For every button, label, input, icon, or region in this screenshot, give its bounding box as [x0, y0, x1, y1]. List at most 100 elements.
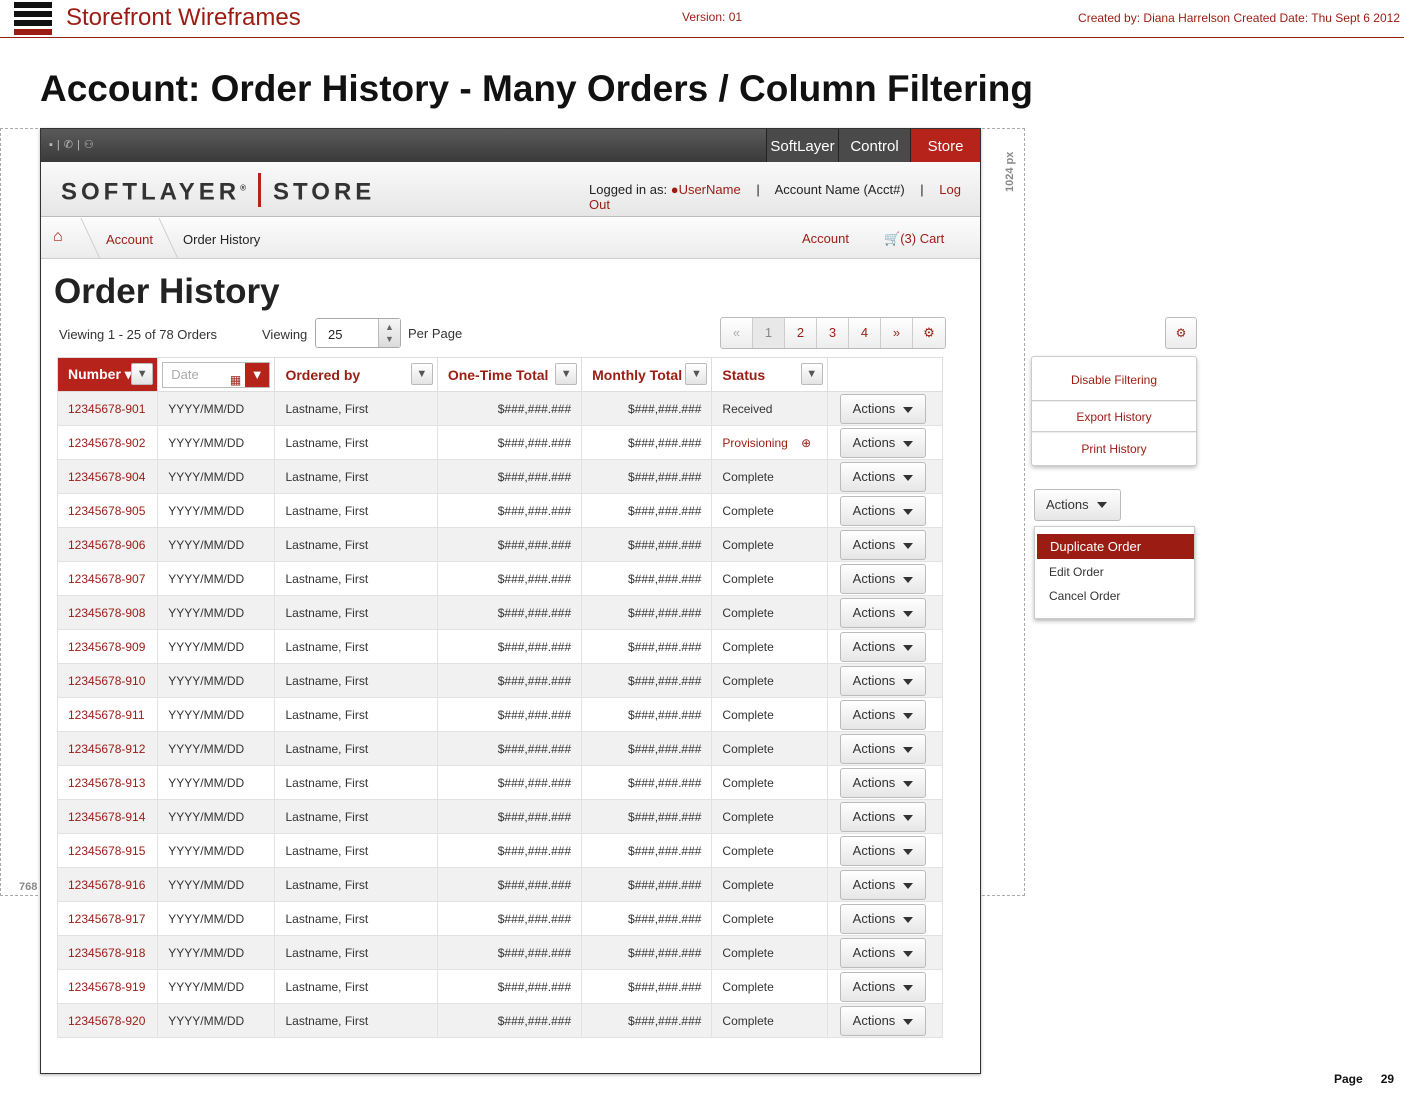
actions-button[interactable]: Actions — [839, 393, 926, 424]
actions-button[interactable]: Actions — [839, 529, 926, 560]
ordered-by-text: Lastname, First — [285, 469, 369, 484]
column-ordered-by[interactable]: Ordered by ▼ — [274, 357, 438, 392]
order-number[interactable]: 12345678-914 — [56, 799, 159, 834]
topbar-icons[interactable]: ▪|✆|⚇ — [49, 138, 98, 151]
account-name: Account Name (Acct#) — [774, 182, 905, 197]
actions-button[interactable]: Actions — [839, 801, 926, 832]
order-status[interactable]: Provisioning ⊕ — [711, 425, 828, 460]
actions-button[interactable]: Actions — [839, 971, 926, 1002]
actions-button[interactable]: Actions — [839, 937, 926, 968]
per-page-stepper[interactable]: 25 ▲ ▼ — [315, 318, 401, 348]
magnify-icon[interactable]: ⊕ — [788, 436, 811, 450]
actions-dropdown-button[interactable]: Actions — [1034, 489, 1121, 521]
order-number-text: 12345678-905 — [68, 503, 146, 518]
breadcrumb-account[interactable]: Account — [106, 232, 153, 247]
softlayer-store-logo[interactable]: SOFTLAYER® STORE — [61, 173, 375, 210]
per-page-value: 25 — [328, 327, 343, 342]
order-status-text: Complete — [722, 571, 774, 586]
actions-button[interactable]: Actions — [839, 597, 926, 628]
stepper-arrows-icon[interactable]: ▲ ▼ — [378, 319, 400, 347]
actions-button[interactable]: Actions — [839, 563, 926, 594]
order-number[interactable]: 12345678-913 — [56, 765, 159, 800]
menu-item-cancel-order[interactable]: Cancel Order — [1049, 589, 1120, 603]
column-number[interactable]: Number ▾ ▼ — [56, 357, 159, 392]
actions-button[interactable]: Actions — [839, 495, 926, 526]
column-monthly-total[interactable]: Monthly Total ▼ — [581, 357, 713, 392]
menu-item-edit-order[interactable]: Edit Order — [1049, 565, 1104, 579]
filter-icon[interactable]: ▼ — [685, 363, 708, 385]
pager-next[interactable]: » — [881, 318, 913, 348]
filter-icon[interactable]: ▼ — [800, 363, 823, 385]
order-number[interactable]: 12345678-910 — [56, 663, 159, 698]
order-number[interactable]: 12345678-906 — [56, 527, 159, 562]
order-number[interactable]: 12345678-915 — [56, 833, 159, 868]
actions-button[interactable]: Actions — [839, 1005, 926, 1036]
pager-page-4[interactable]: 4 — [849, 318, 881, 348]
order-number[interactable]: 12345678-905 — [56, 493, 159, 528]
actions-button[interactable]: Actions — [839, 461, 926, 492]
menu-item-export-history[interactable]: Export History — [1032, 410, 1196, 424]
order-number[interactable]: 12345678-902 — [56, 425, 159, 460]
username-link[interactable]: UserName — [679, 182, 741, 197]
column-status[interactable]: Status ▼ — [711, 357, 828, 392]
page-title: Order History — [54, 272, 280, 311]
chat-icon[interactable]: ▪ — [49, 139, 57, 151]
date-filter-input[interactable]: Date ▦ ▼ — [162, 361, 271, 388]
order-number[interactable]: 12345678-917 — [56, 901, 159, 936]
menu-divider — [1032, 431, 1196, 433]
order-status-text: Complete — [722, 605, 774, 620]
cart-icon: 🛒 — [884, 231, 901, 246]
order-number[interactable]: 12345678-901 — [56, 391, 159, 426]
actions-button[interactable]: Actions — [839, 699, 926, 730]
order-number[interactable]: 12345678-916 — [56, 867, 159, 902]
one-time-total-text: $###,###.### — [497, 707, 572, 722]
ordered-by-text: Lastname, First — [285, 741, 369, 756]
tab-store[interactable]: Store — [910, 129, 980, 162]
menu-item-print-history[interactable]: Print History — [1032, 442, 1196, 456]
tab-softlayer[interactable]: SoftLayer — [766, 129, 838, 162]
calendar-icon[interactable]: ▦ — [230, 368, 241, 392]
filter-icon[interactable]: ▼ — [555, 363, 578, 385]
pager-page-1[interactable]: 1 — [753, 318, 785, 348]
actions-button[interactable]: Actions — [839, 733, 926, 764]
phone-icon[interactable]: ✆ — [64, 139, 77, 151]
order-number[interactable]: 12345678-919 — [56, 969, 159, 1004]
actions-button-label: Actions — [852, 468, 896, 484]
pager-page-2[interactable]: 2 — [785, 318, 817, 348]
order-number[interactable]: 12345678-911 — [56, 697, 159, 732]
account-link[interactable]: Account — [802, 231, 849, 246]
cart-link[interactable]: 🛒(3) Cart — [884, 231, 944, 247]
monthly-total-text: $###,###.### — [628, 673, 702, 688]
gear-icon[interactable]: ⚙ — [1165, 317, 1197, 349]
chevron-down-icon — [902, 508, 913, 515]
order-number[interactable]: 12345678-904 — [56, 459, 159, 494]
order-number-text: 12345678-916 — [68, 877, 146, 892]
actions-button[interactable]: Actions — [839, 767, 926, 798]
chevron-down-icon — [902, 712, 913, 719]
actions-button[interactable]: Actions — [839, 665, 926, 696]
users-icon[interactable]: ⚇ — [84, 139, 98, 151]
actions-button[interactable]: Actions — [839, 869, 926, 900]
actions-button[interactable]: Actions — [839, 427, 926, 458]
pager-page-3[interactable]: 3 — [817, 318, 849, 348]
menu-icon[interactable] — [14, 2, 52, 35]
order-number[interactable]: 12345678-912 — [56, 731, 159, 766]
actions-button[interactable]: Actions — [839, 835, 926, 866]
order-number[interactable]: 12345678-909 — [56, 629, 159, 664]
filter-icon[interactable]: ▼ — [131, 363, 154, 385]
column-one-time-total[interactable]: One-Time Total ▼ — [436, 357, 583, 392]
gear-icon[interactable]: ⚙ — [913, 318, 945, 348]
filter-icon[interactable]: ▼ — [245, 362, 270, 387]
order-number[interactable]: 12345678-907 — [56, 561, 159, 596]
order-number[interactable]: 12345678-908 — [56, 595, 159, 630]
actions-button[interactable]: Actions — [839, 903, 926, 934]
tab-control[interactable]: Control — [838, 129, 910, 162]
actions-button[interactable]: Actions — [839, 631, 926, 662]
ordered-by: Lastname, First — [274, 867, 438, 902]
menu-item-disable-filtering[interactable]: Disable Filtering — [1032, 373, 1196, 387]
order-number[interactable]: 12345678-920 — [56, 1003, 159, 1038]
pager-prev[interactable]: « — [721, 318, 753, 348]
filter-icon[interactable]: ▼ — [410, 363, 433, 385]
order-number[interactable]: 12345678-918 — [56, 935, 159, 970]
menu-item-duplicate-order[interactable]: Duplicate Order — [1037, 534, 1194, 559]
